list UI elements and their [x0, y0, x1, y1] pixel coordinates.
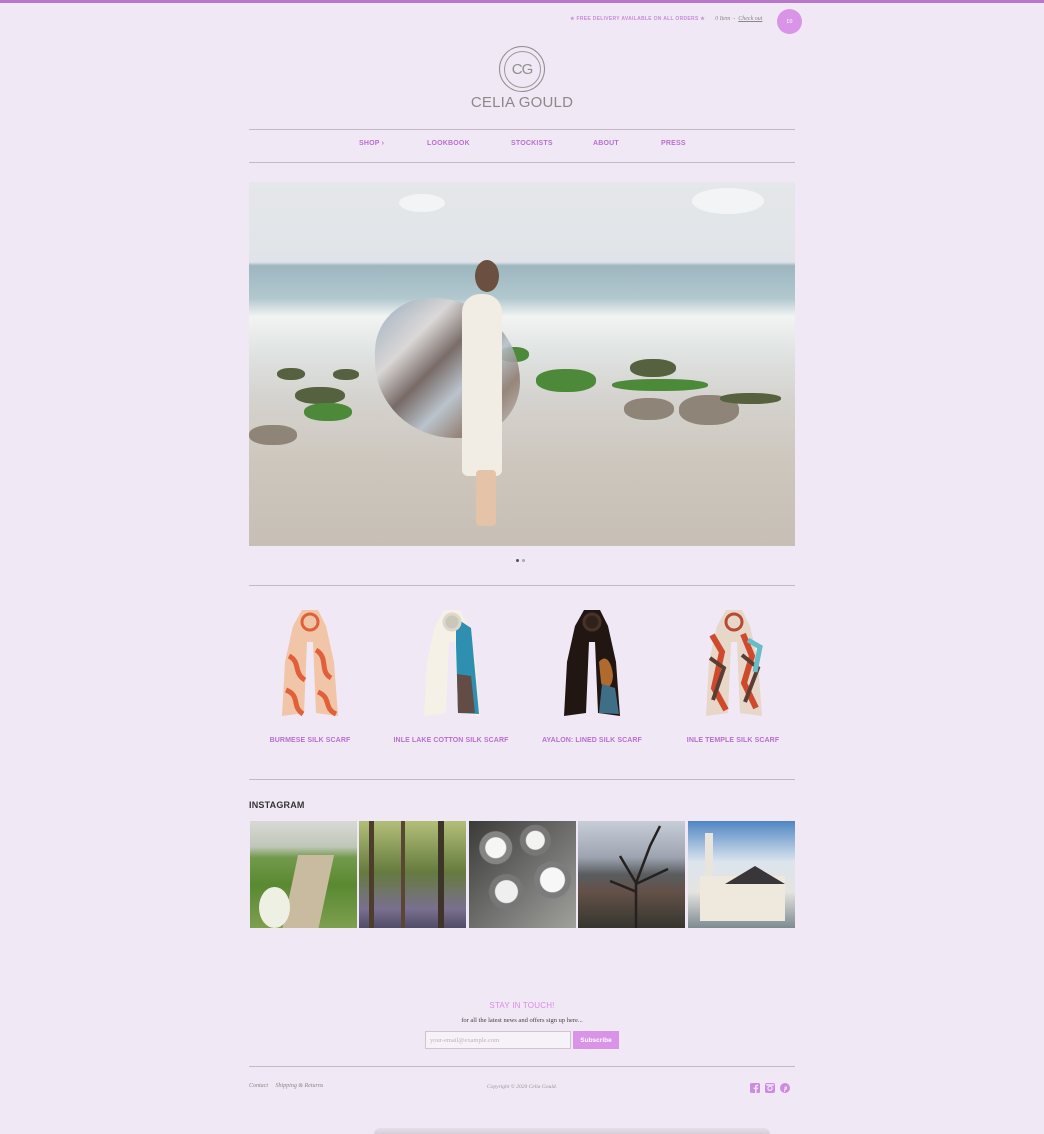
hero-cloud [692, 188, 764, 214]
utility-bar: ★ FREE DELIVERY AVAILABLE ON ALL ORDERS … [570, 12, 762, 26]
page-bottom-shadow [374, 1128, 770, 1134]
product-image[interactable] [423, 610, 481, 720]
section-divider [249, 779, 795, 780]
hero-model-dress [462, 294, 502, 476]
hero-cloud [399, 194, 445, 212]
logo-monogram[interactable]: CG [499, 46, 545, 92]
photo-branches [609, 825, 669, 928]
copyright-text: Copyright © 2020 Celia Gould. [486, 1084, 558, 1090]
product-image[interactable] [281, 610, 339, 720]
photo-path [281, 855, 335, 928]
hero-rock [720, 393, 781, 404]
hero-model-legs [476, 470, 496, 526]
newsletter-subtitle: for all the latest news and offers sign … [461, 1017, 583, 1024]
product-name[interactable]: INLE TEMPLE SILK SCARF [662, 737, 804, 744]
hero-rock [630, 359, 676, 377]
photo-roof [725, 866, 785, 884]
nav-bottom-divider [249, 162, 795, 163]
newsletter-email-input[interactable] [425, 1031, 571, 1049]
slide-dot-active[interactable] [516, 559, 519, 562]
product-name[interactable]: BURMESE SILK SCARF [239, 737, 381, 744]
photo-tree [369, 821, 374, 928]
hero-rock [333, 369, 359, 380]
nav-about[interactable]: ABOUT [593, 140, 619, 147]
footer-divider [249, 1066, 795, 1067]
checkout-link[interactable]: Check out [738, 16, 762, 22]
cart-total: £0 [786, 18, 793, 25]
hero-rock [612, 379, 708, 391]
hero-slideshow-image[interactable] [249, 182, 795, 546]
hero-rock [295, 387, 345, 404]
product-image[interactable] [705, 610, 763, 720]
instagram-photo[interactable] [578, 821, 685, 928]
nav-press[interactable]: PRESS [661, 140, 686, 147]
logo-monogram-text: CG [511, 60, 533, 78]
nav-top-divider [249, 129, 795, 130]
nav-shop[interactable]: SHOP › [359, 140, 384, 147]
instagram-title: INSTAGRAM [249, 800, 305, 810]
hero-rock [536, 369, 596, 392]
instagram-photo[interactable] [469, 821, 576, 928]
instagram-photo[interactable] [688, 821, 795, 928]
social-links [750, 1083, 790, 1093]
instagram-icon[interactable] [765, 1083, 775, 1093]
brand-name[interactable]: CELIA GOULD [0, 94, 1044, 111]
instagram-photo[interactable] [359, 821, 466, 928]
photo-tree [438, 821, 444, 928]
promo-banner: ★ FREE DELIVERY AVAILABLE ON ALL ORDERS … [570, 16, 706, 22]
product-name[interactable]: AYALON: LINED SILK SCARF [521, 737, 663, 744]
pinterest-icon[interactable] [780, 1083, 790, 1093]
top-accent-bar [0, 0, 1044, 3]
hero-rock [624, 398, 674, 420]
instagram-photo[interactable] [250, 821, 357, 928]
nav-stockists[interactable]: STOCKISTS [511, 140, 553, 147]
hero-rock [277, 368, 305, 380]
nav-lookbook[interactable]: LOOKBOOK [427, 140, 470, 147]
slide-dot[interactable] [522, 559, 525, 562]
cart-count: 0 Item [715, 16, 731, 22]
cart-button[interactable]: £0 [777, 9, 802, 34]
photo-flowers [259, 887, 290, 928]
separator-dash: - [733, 16, 736, 22]
hero-rock [304, 403, 352, 421]
main-navigation: SHOP › LOOKBOOK STOCKISTS ABOUT PRESS [249, 140, 795, 152]
photo-tree [401, 821, 405, 928]
section-divider [249, 585, 795, 586]
newsletter-title: STAY IN TOUCH! [489, 1001, 555, 1010]
product-name[interactable]: INLE LAKE COTTON SILK SCARF [380, 737, 522, 744]
product-image[interactable] [563, 610, 621, 720]
slideshow-pagination [516, 559, 528, 563]
facebook-icon[interactable] [750, 1083, 760, 1093]
subscribe-button[interactable]: Subscribe [573, 1031, 619, 1049]
hero-model-head [475, 260, 499, 292]
hero-rock [249, 425, 297, 445]
